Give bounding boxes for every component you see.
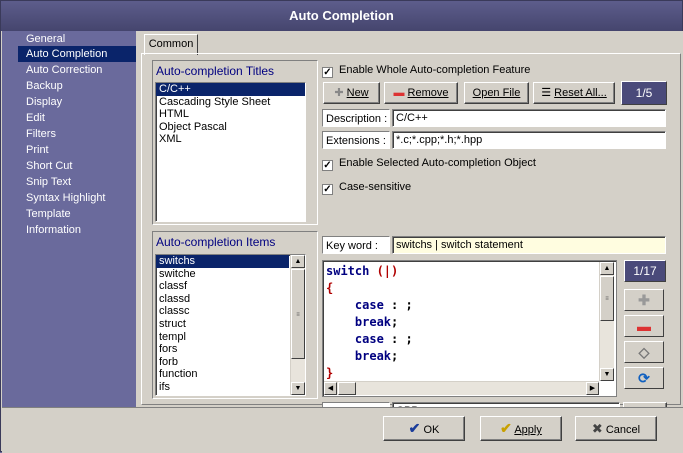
sidebar-item-backup[interactable]: Backup <box>18 78 136 94</box>
sidebar-item-general[interactable]: General <box>18 31 136 47</box>
sidebar-item-auto-completion[interactable]: Auto Completion <box>18 46 136 62</box>
description-label: Description : <box>322 109 390 127</box>
scroll-thumb[interactable]: ≡ <box>291 269 305 359</box>
list-item[interactable]: classf <box>156 280 289 293</box>
sidebar-item-display[interactable]: Display <box>18 94 136 110</box>
refresh-icon: ⟳ <box>638 370 650 386</box>
list-item[interactable]: struct <box>156 318 289 331</box>
remove-item-button[interactable]: ▬ <box>624 315 664 337</box>
item-counter: 1/17 <box>624 260 666 282</box>
scroll-right-icon[interactable]: ▶ <box>586 382 599 395</box>
sidebar-item-filters[interactable]: Filters <box>18 126 136 142</box>
minus-icon: ▬ <box>637 318 651 334</box>
sidebar-item-snip-text[interactable]: Snip Text <box>18 174 136 190</box>
checkmark-icon: ✓ <box>322 160 333 171</box>
scroll-thumb[interactable]: ≡ <box>600 276 614 321</box>
list-item[interactable]: templ <box>156 331 289 344</box>
list-icon: ☰ <box>541 87 552 99</box>
auto-completion-dialog: Auto Completion General Auto Completion … <box>0 0 683 453</box>
scroll-down-icon[interactable]: ▼ <box>600 368 614 381</box>
window-title: Auto Completion <box>1 1 682 31</box>
sidebar-item-auto-correction[interactable]: Auto Correction <box>18 62 136 78</box>
sidebar-item-syntax-highlight[interactable]: Syntax Highlight <box>18 190 136 206</box>
list-item[interactable]: HTML <box>156 108 305 121</box>
list-item[interactable]: XML <box>156 133 305 146</box>
code-editor[interactable]: switch (|) { case : ; break; case : ; br… <box>322 260 617 397</box>
enable-whole-label: Enable Whole Auto-completion Feature <box>339 64 531 76</box>
list-item[interactable]: ifs <box>156 381 289 394</box>
sidebar-item-print[interactable]: Print <box>18 142 136 158</box>
checkmark-icon: ✓ <box>322 67 333 78</box>
titles-group: Auto-completion Titles C/C++ Cascading S… <box>152 60 318 225</box>
enable-selected-label: Enable Selected Auto-completion Object <box>339 157 536 169</box>
title-counter: 1/5 <box>621 81 667 105</box>
list-item[interactable]: classc <box>156 305 289 318</box>
new-button[interactable]: ✚ New <box>323 82 380 104</box>
ok-button[interactable]: ✔ OK <box>383 416 465 441</box>
sidebar-item-short-cut[interactable]: Short Cut <box>18 158 136 174</box>
description-field[interactable]: C/C++ <box>392 109 666 127</box>
enable-whole-checkbox[interactable]: ✓ Enable Whole Auto-completion Feature <box>322 62 530 78</box>
titles-group-title: Auto-completion Titles <box>156 64 275 78</box>
items-group: Auto-completion Items switchs switche cl… <box>152 231 318 399</box>
list-item[interactable]: forb <box>156 356 289 369</box>
list-item[interactable]: Object Pascal <box>156 121 305 134</box>
main-panel: Common Auto-completion Titles C/C++ Casc… <box>137 31 683 420</box>
scroll-thumb[interactable] <box>338 382 356 395</box>
remove-icon: ▬ <box>393 87 405 99</box>
sidebar: General Auto Completion Auto Correction … <box>2 31 136 407</box>
items-list[interactable]: switchs switche classf classd classc str… <box>155 254 306 396</box>
tab-common[interactable]: Common <box>144 34 198 55</box>
remove-button[interactable]: ▬ Remove <box>384 82 458 104</box>
clear-item-button[interactable]: ◇ <box>624 341 664 363</box>
apply-check-icon: ✔ <box>500 420 512 436</box>
scroll-left-icon[interactable]: ◀ <box>324 382 337 395</box>
keyword-field[interactable]: switchs | switch statement <box>392 236 666 254</box>
check-icon: ✔ <box>408 420 421 436</box>
list-item[interactable]: ifb <box>156 394 289 395</box>
new-icon: ✚ <box>334 87 344 99</box>
eraser-icon: ◇ <box>638 344 650 360</box>
sidebar-item-template[interactable]: Template <box>18 206 136 222</box>
scroll-up-icon[interactable]: ▲ <box>600 262 614 275</box>
items-scrollbar[interactable]: ▲ ≡ ▼ <box>290 255 305 395</box>
sidebar-item-information[interactable]: Information <box>18 222 136 238</box>
items-group-title: Auto-completion Items <box>156 235 276 249</box>
tab-content: Auto-completion Titles C/C++ Cascading S… <box>141 53 681 420</box>
item-tools: 1/17 ✚ ▬ ◇ ⟳ <box>624 260 666 396</box>
list-item[interactable]: Cascading Style Sheet <box>156 96 305 109</box>
reset-all-button[interactable]: ☰ Reset All... <box>533 82 615 104</box>
list-item[interactable]: switchs <box>156 255 289 268</box>
extensions-label: Extensions : <box>322 131 390 149</box>
case-sensitive-label: Case-sensitive <box>339 181 412 193</box>
list-item[interactable]: C/C++ <box>156 83 305 96</box>
case-sensitive-checkbox[interactable]: ✓ Case-sensitive <box>322 179 411 195</box>
list-item[interactable]: classd <box>156 293 289 306</box>
open-file-button[interactable]: Open File <box>464 82 529 104</box>
dialog-footer: ✔ OK ✔ Apply ✖ Cancel <box>2 407 683 453</box>
close-icon: ✖ <box>591 421 603 436</box>
checkmark-icon: ✓ <box>322 184 333 195</box>
scroll-down-icon[interactable]: ▼ <box>291 382 305 395</box>
refresh-item-button[interactable]: ⟳ <box>624 367 664 389</box>
keyword-label: Key word : <box>322 236 390 254</box>
plus-icon: ✚ <box>638 292 650 308</box>
scroll-up-icon[interactable]: ▲ <box>291 255 305 268</box>
enable-selected-checkbox[interactable]: ✓ Enable Selected Auto-completion Object <box>322 155 536 171</box>
list-item[interactable]: switche <box>156 268 289 281</box>
list-item[interactable]: fors <box>156 343 289 356</box>
apply-button[interactable]: ✔ Apply <box>480 416 562 441</box>
cancel-button[interactable]: ✖ Cancel <box>575 416 657 441</box>
list-item[interactable]: function <box>156 368 289 381</box>
code-vscrollbar[interactable]: ▲ ≡ ▼ <box>599 262 614 381</box>
code-hscrollbar[interactable]: ◀ ▶ <box>324 381 599 395</box>
titles-list[interactable]: C/C++ Cascading Style Sheet HTML Object … <box>155 82 306 222</box>
sidebar-item-edit[interactable]: Edit <box>18 110 136 126</box>
extensions-field[interactable]: *.c;*.cpp;*.h;*.hpp <box>392 131 666 149</box>
add-item-button[interactable]: ✚ <box>624 289 664 311</box>
